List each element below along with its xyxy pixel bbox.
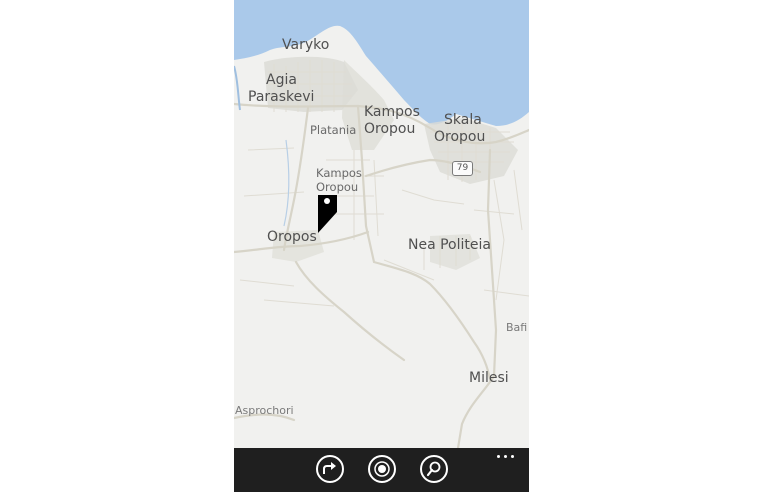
- map-screen: Varyko Agia Paraskevi Kampos Oropou Skal…: [234, 0, 529, 492]
- map-pin-icon[interactable]: [317, 194, 338, 234]
- my-location-button[interactable]: [368, 455, 396, 483]
- my-location-icon: [374, 461, 390, 477]
- place-label-asprochori: Asprochori: [235, 404, 294, 417]
- place-label-milesi: Milesi: [469, 370, 509, 386]
- app-bar: [234, 448, 529, 492]
- place-label-platania: Platania: [310, 123, 357, 137]
- place-label-varyko: Varyko: [282, 37, 330, 53]
- directions-icon: [323, 462, 336, 474]
- place-label-nea-politeia: Nea Politeia: [408, 237, 491, 253]
- road-shield-79: 79: [452, 161, 473, 176]
- place-label-oropos: Oropos: [267, 229, 317, 245]
- search-icon: [426, 461, 441, 477]
- search-button[interactable]: [420, 455, 448, 483]
- place-label-oropou-small: Oropou: [316, 180, 359, 194]
- place-label-paraskevi: Paraskevi: [248, 89, 315, 105]
- place-label-kampos-small: Kampos: [316, 166, 362, 180]
- place-label-bafi: Bafi: [506, 321, 528, 334]
- more-dots-icon[interactable]: [495, 450, 517, 462]
- place-label-skala: Skala: [444, 112, 482, 128]
- place-label-kampos: Kampos: [364, 104, 420, 120]
- directions-button[interactable]: [316, 455, 344, 483]
- place-label-skala-oropou: Oropou: [434, 129, 486, 145]
- place-label-agia: Agia: [266, 72, 297, 88]
- place-label-oropou: Oropou: [364, 121, 416, 137]
